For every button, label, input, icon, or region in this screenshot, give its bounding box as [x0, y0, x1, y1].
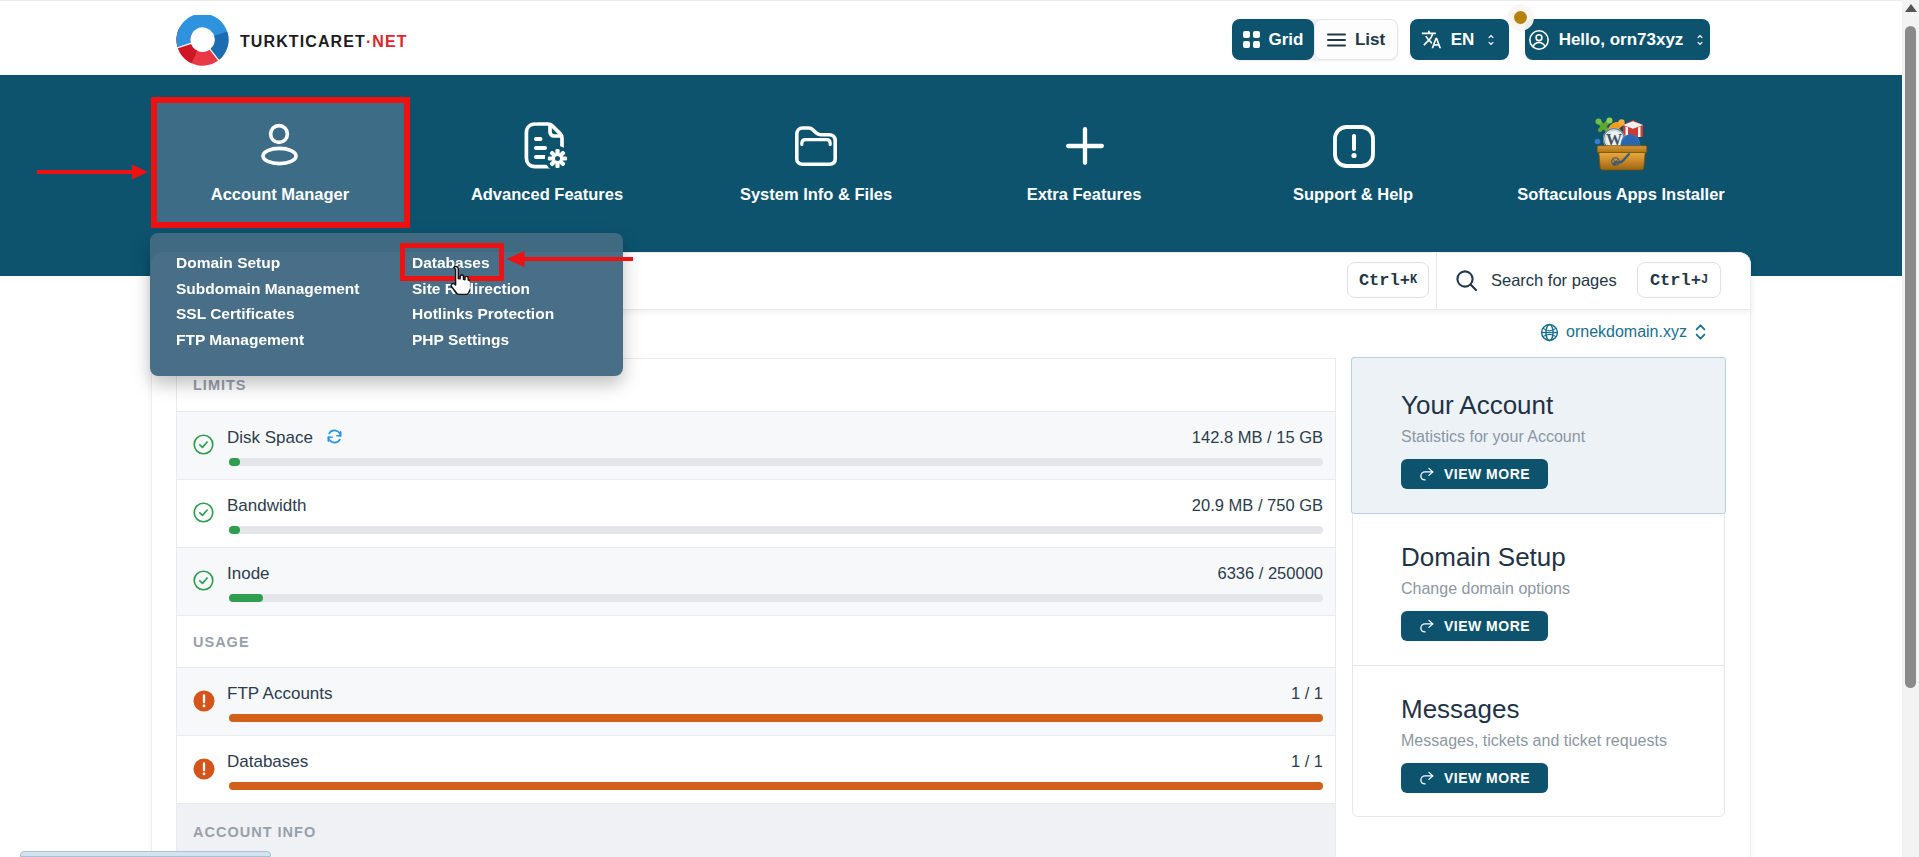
- svg-text:W: W: [1606, 131, 1622, 148]
